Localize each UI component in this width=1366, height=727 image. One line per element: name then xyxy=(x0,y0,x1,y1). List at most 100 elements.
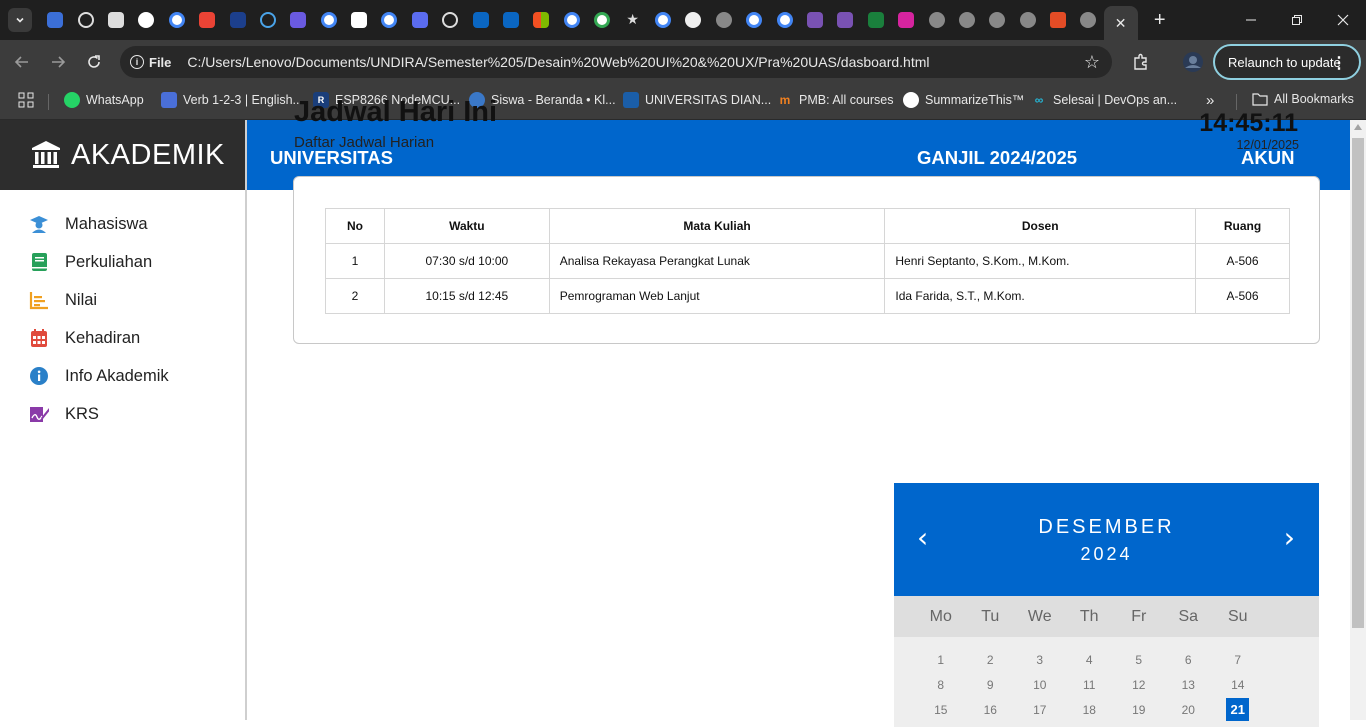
brand[interactable]: AKADEMIK xyxy=(0,120,245,190)
tab[interactable]: ★ xyxy=(617,0,647,40)
tab[interactable] xyxy=(1043,0,1073,40)
bookmark-item[interactable]: UNIVERSITAS DIAN... xyxy=(623,92,771,108)
apps-button[interactable] xyxy=(18,92,34,108)
back-button[interactable] xyxy=(8,48,36,76)
relaunch-to-update-button[interactable]: Relaunch to update ⋮ xyxy=(1213,44,1361,80)
active-tab-close-button[interactable]: ✕ xyxy=(1103,6,1138,40)
tab[interactable] xyxy=(1073,0,1103,40)
tab[interactable] xyxy=(891,0,921,40)
calendar-day-label: 15 xyxy=(934,703,948,717)
tab[interactable] xyxy=(496,0,526,40)
bookmark-item[interactable]: Verb 1-2-3 | English... xyxy=(161,92,303,108)
tab[interactable] xyxy=(40,0,70,40)
tab[interactable] xyxy=(709,0,739,40)
tab[interactable] xyxy=(465,0,495,40)
bookmark-item[interactable]: m PMB: All courses xyxy=(777,92,894,108)
tab[interactable] xyxy=(131,0,161,40)
tab[interactable] xyxy=(800,0,830,40)
tab[interactable] xyxy=(526,0,556,40)
calendar-day[interactable]: 7 xyxy=(1213,650,1263,675)
bookmark-star-icon[interactable]: ☆ xyxy=(1084,52,1100,73)
calendar-day[interactable]: 2 xyxy=(966,650,1016,675)
calendar-day[interactable]: 4 xyxy=(1065,650,1115,675)
calendar-day[interactable]: 12 xyxy=(1114,675,1164,700)
scrollbar-thumb[interactable] xyxy=(1352,138,1364,628)
calendar-day[interactable]: 11 xyxy=(1065,675,1115,700)
column-header: Ruang xyxy=(1195,208,1290,244)
tab[interactable] xyxy=(557,0,587,40)
calendar-day[interactable]: 9 xyxy=(966,675,1016,700)
infinity-icon: ∞ xyxy=(1034,93,1044,107)
calendar-day[interactable]: 17 xyxy=(1015,700,1065,725)
close-window-button[interactable] xyxy=(1320,0,1366,40)
calendar-day[interactable]: 6 xyxy=(1164,650,1214,675)
calendar-day[interactable]: 20 xyxy=(1164,700,1214,725)
tab[interactable] xyxy=(769,0,799,40)
calendar-day[interactable]: 8 xyxy=(916,675,966,700)
calendar-week-row: 8 9 10 11 12 13 14 xyxy=(916,675,1319,700)
bookmark-item[interactable]: SummarizeThis™ xyxy=(903,92,1024,108)
calendar-day[interactable]: 5 xyxy=(1114,650,1164,675)
calendar-day[interactable]: 14 xyxy=(1213,675,1263,700)
calendar-day[interactable]: 21 xyxy=(1213,698,1263,725)
sidebar: AKADEMIK Mahasiswa Perkuliahan Nilai Keh… xyxy=(0,120,247,720)
tab[interactable] xyxy=(222,0,252,40)
tab[interactable] xyxy=(253,0,283,40)
sidebar-item-krs[interactable]: KRS xyxy=(0,395,245,433)
site-info-chip[interactable]: i File xyxy=(130,55,171,70)
sidebar-item-nilai[interactable]: Nilai xyxy=(0,281,245,319)
sidebar-item-mahasiswa[interactable]: Mahasiswa xyxy=(0,205,245,243)
tab[interactable] xyxy=(678,0,708,40)
tab[interactable] xyxy=(405,0,435,40)
tab[interactable] xyxy=(344,0,374,40)
calendar-day[interactable]: 16 xyxy=(966,700,1016,725)
extensions-button[interactable] xyxy=(1127,48,1155,76)
restore-button[interactable] xyxy=(1274,0,1320,40)
tab[interactable] xyxy=(70,0,100,40)
calendar-day[interactable]: 19 xyxy=(1114,700,1164,725)
all-bookmarks-button[interactable]: All Bookmarks xyxy=(1252,92,1354,106)
calendar-day[interactable]: 18 xyxy=(1065,700,1115,725)
sidebar-item-info-akademik[interactable]: Info Akademik xyxy=(0,357,245,395)
page-scrollbar[interactable] xyxy=(1350,120,1366,720)
address-bar[interactable]: i File C:/Users/Lenovo/Documents/UNDIRA/… xyxy=(120,46,1112,78)
relaunch-label: Relaunch to update xyxy=(1228,54,1341,70)
calendar-day[interactable]: 13 xyxy=(1164,675,1214,700)
tab[interactable] xyxy=(587,0,617,40)
linkedin-icon xyxy=(472,12,489,28)
nav-semester[interactable]: GANJIL 2024/2025 xyxy=(917,147,1077,169)
tab-search-button[interactable] xyxy=(8,8,32,32)
tab[interactable] xyxy=(830,0,860,40)
tab[interactable] xyxy=(374,0,404,40)
calendar-day[interactable]: 1 xyxy=(916,650,966,675)
tab[interactable] xyxy=(101,0,131,40)
tab[interactable] xyxy=(162,0,192,40)
minimize-button[interactable] xyxy=(1228,0,1274,40)
institution-icon xyxy=(32,141,60,168)
tab[interactable] xyxy=(861,0,891,40)
tab[interactable] xyxy=(192,0,222,40)
sidebar-item-kehadiran[interactable]: Kehadiran xyxy=(0,319,245,357)
scroll-up-arrow-icon[interactable] xyxy=(1354,124,1362,130)
tab[interactable] xyxy=(435,0,465,40)
bookmarks-overflow-button[interactable]: » xyxy=(1206,92,1214,109)
calendar-day[interactable]: 15 xyxy=(916,700,966,725)
sidebar-item-perkuliahan[interactable]: Perkuliahan xyxy=(0,243,245,281)
calendar-day[interactable]: 10 xyxy=(1015,675,1065,700)
tab[interactable] xyxy=(283,0,313,40)
tab[interactable] xyxy=(314,0,344,40)
tab[interactable] xyxy=(739,0,769,40)
profile-avatar[interactable] xyxy=(1179,48,1207,76)
new-tab-button[interactable]: + xyxy=(1146,6,1174,34)
calendar-next-button[interactable]: › xyxy=(1284,521,1295,554)
calendar-day[interactable]: 3 xyxy=(1015,650,1065,675)
tab[interactable] xyxy=(982,0,1012,40)
reload-button[interactable] xyxy=(80,48,108,76)
bookmark-item[interactable]: ∞ Selesai | DevOps an... xyxy=(1031,92,1177,108)
forward-button[interactable] xyxy=(44,48,72,76)
bookmark-item[interactable]: WhatsApp xyxy=(64,92,144,108)
tab[interactable] xyxy=(952,0,982,40)
tab[interactable] xyxy=(648,0,678,40)
tab[interactable] xyxy=(921,0,951,40)
tab[interactable] xyxy=(1013,0,1043,40)
